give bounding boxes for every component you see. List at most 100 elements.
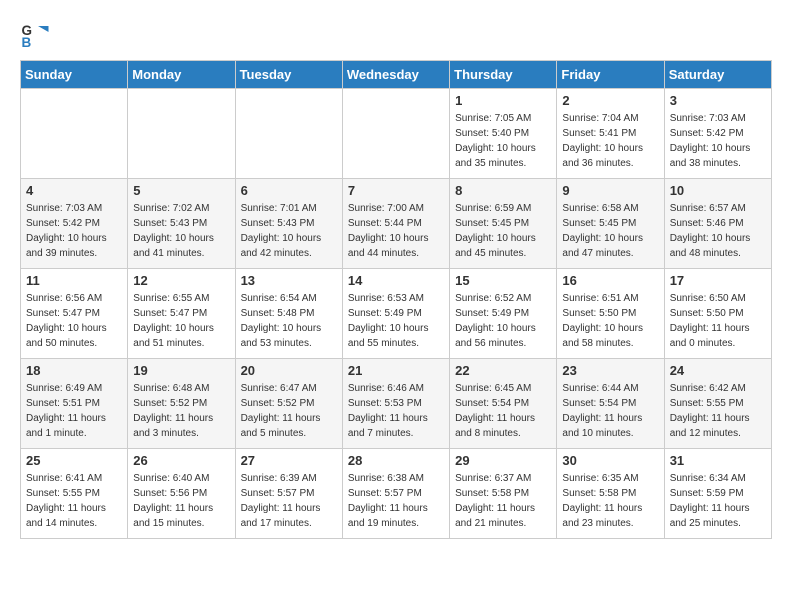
calendar-cell: 16 Sunrise: 6:51 AM Sunset: 5:50 PM Dayli… xyxy=(557,269,664,359)
day-info: Sunrise: 6:39 AM Sunset: 5:57 PM Dayligh… xyxy=(241,471,337,531)
day-number: 23 xyxy=(562,363,658,378)
calendar-cell: 31 Sunrise: 6:34 AM Sunset: 5:59 PM Dayli… xyxy=(664,449,771,539)
day-info: Sunrise: 6:59 AM Sunset: 5:45 PM Dayligh… xyxy=(455,201,551,261)
calendar-week-row: 25Sunrise: 6:41 AM Sunset: 5:55 PM Dayli… xyxy=(21,449,772,539)
day-info: Sunrise: 6:50 AM Sunset: 5:50 PM Dayligh… xyxy=(670,291,766,351)
column-header-friday: Friday xyxy=(557,61,664,89)
day-info: Sunrise: 7:02 AM Sunset: 5:43 PM Dayligh… xyxy=(133,201,229,261)
day-number: 24 xyxy=(670,363,766,378)
day-info: Sunrise: 6:46 AM Sunset: 5:53 PM Dayligh… xyxy=(348,381,444,441)
column-header-monday: Monday xyxy=(128,61,235,89)
day-number: 31 xyxy=(670,453,766,468)
calendar-cell: 28 Sunrise: 6:38 AM Sunset: 5:57 PM Dayli… xyxy=(342,449,449,539)
day-number: 19 xyxy=(133,363,229,378)
day-info: Sunrise: 6:45 AM Sunset: 5:54 PM Dayligh… xyxy=(455,381,551,441)
day-info: Sunrise: 6:34 AM Sunset: 5:59 PM Dayligh… xyxy=(670,471,766,531)
day-number: 3 xyxy=(670,93,766,108)
column-header-thursday: Thursday xyxy=(450,61,557,89)
day-info: Sunrise: 6:56 AM Sunset: 5:47 PM Dayligh… xyxy=(26,291,122,351)
day-number: 29 xyxy=(455,453,551,468)
calendar-cell: 29 Sunrise: 6:37 AM Sunset: 5:58 PM Dayli… xyxy=(450,449,557,539)
day-number: 12 xyxy=(133,273,229,288)
calendar-week-row: 4 Sunrise: 7:03 AM Sunset: 5:42 PM Daylig… xyxy=(21,179,772,269)
calendar-cell: 6Sunrise: 7:01 AM Sunset: 5:43 PM Daylig… xyxy=(235,179,342,269)
day-info: Sunrise: 7:05 AM Sunset: 5:40 PM Dayligh… xyxy=(455,111,551,171)
day-number: 9 xyxy=(562,183,658,198)
day-info: Sunrise: 6:37 AM Sunset: 5:58 PM Dayligh… xyxy=(455,471,551,531)
day-number: 10 xyxy=(670,183,766,198)
day-info: Sunrise: 6:49 AM Sunset: 5:51 PM Dayligh… xyxy=(26,381,122,441)
day-info: Sunrise: 6:44 AM Sunset: 5:54 PM Dayligh… xyxy=(562,381,658,441)
day-number: 14 xyxy=(348,273,444,288)
calendar-cell: 15 Sunrise: 6:52 AM Sunset: 5:49 PM Dayli… xyxy=(450,269,557,359)
calendar-cell: 19 Sunrise: 6:48 AM Sunset: 5:52 PM Dayli… xyxy=(128,359,235,449)
calendar-header-row: SundayMondayTuesdayWednesdayThursdayFrid… xyxy=(21,61,772,89)
day-info: Sunrise: 6:38 AM Sunset: 5:57 PM Dayligh… xyxy=(348,471,444,531)
day-number: 17 xyxy=(670,273,766,288)
calendar-cell: 23 Sunrise: 6:44 AM Sunset: 5:54 PM Dayli… xyxy=(557,359,664,449)
day-info: Sunrise: 6:52 AM Sunset: 5:49 PM Dayligh… xyxy=(455,291,551,351)
calendar-cell: 2 Sunrise: 7:04 AM Sunset: 5:41 PM Daylig… xyxy=(557,89,664,179)
day-number: 7 xyxy=(348,183,444,198)
calendar-cell: 1 Sunrise: 7:05 AM Sunset: 5:40 PM Daylig… xyxy=(450,89,557,179)
calendar-cell: 27Sunrise: 6:39 AM Sunset: 5:57 PM Dayli… xyxy=(235,449,342,539)
day-number: 26 xyxy=(133,453,229,468)
column-header-tuesday: Tuesday xyxy=(235,61,342,89)
calendar-cell: 25Sunrise: 6:41 AM Sunset: 5:55 PM Dayli… xyxy=(21,449,128,539)
day-info: Sunrise: 6:51 AM Sunset: 5:50 PM Dayligh… xyxy=(562,291,658,351)
calendar-cell xyxy=(21,89,128,179)
calendar-cell xyxy=(342,89,449,179)
day-number: 15 xyxy=(455,273,551,288)
day-info: Sunrise: 6:58 AM Sunset: 5:45 PM Dayligh… xyxy=(562,201,658,261)
day-info: Sunrise: 6:40 AM Sunset: 5:56 PM Dayligh… xyxy=(133,471,229,531)
day-number: 20 xyxy=(241,363,337,378)
day-number: 6 xyxy=(241,183,337,198)
calendar-cell: 30 Sunrise: 6:35 AM Sunset: 5:58 PM Dayli… xyxy=(557,449,664,539)
day-info: Sunrise: 6:53 AM Sunset: 5:49 PM Dayligh… xyxy=(348,291,444,351)
calendar-cell: 9 Sunrise: 6:58 AM Sunset: 5:45 PM Daylig… xyxy=(557,179,664,269)
calendar-cell: 10 Sunrise: 6:57 AM Sunset: 5:46 PM Dayli… xyxy=(664,179,771,269)
calendar-cell: 18 Sunrise: 6:49 AM Sunset: 5:51 PM Dayli… xyxy=(21,359,128,449)
calendar-cell: 17 Sunrise: 6:50 AM Sunset: 5:50 PM Dayli… xyxy=(664,269,771,359)
column-header-wednesday: Wednesday xyxy=(342,61,449,89)
calendar-cell: 3Sunrise: 7:03 AM Sunset: 5:42 PM Daylig… xyxy=(664,89,771,179)
logo: G B xyxy=(20,20,54,50)
day-number: 13 xyxy=(241,273,337,288)
day-info: Sunrise: 6:57 AM Sunset: 5:46 PM Dayligh… xyxy=(670,201,766,261)
calendar-cell: 8 Sunrise: 6:59 AM Sunset: 5:45 PM Daylig… xyxy=(450,179,557,269)
day-number: 18 xyxy=(26,363,122,378)
day-number: 5 xyxy=(133,183,229,198)
calendar-cell: 26 Sunrise: 6:40 AM Sunset: 5:56 PM Dayli… xyxy=(128,449,235,539)
day-info: Sunrise: 7:03 AM Sunset: 5:42 PM Dayligh… xyxy=(26,201,122,261)
day-number: 30 xyxy=(562,453,658,468)
day-info: Sunrise: 6:41 AM Sunset: 5:55 PM Dayligh… xyxy=(26,471,122,531)
day-number: 8 xyxy=(455,183,551,198)
calendar-cell: 24 Sunrise: 6:42 AM Sunset: 5:55 PM Dayli… xyxy=(664,359,771,449)
day-info: Sunrise: 6:55 AM Sunset: 5:47 PM Dayligh… xyxy=(133,291,229,351)
day-info: Sunrise: 6:35 AM Sunset: 5:58 PM Dayligh… xyxy=(562,471,658,531)
calendar-week-row: 18 Sunrise: 6:49 AM Sunset: 5:51 PM Dayli… xyxy=(21,359,772,449)
calendar-cell: 13Sunrise: 6:54 AM Sunset: 5:48 PM Dayli… xyxy=(235,269,342,359)
day-number: 2 xyxy=(562,93,658,108)
calendar-table: SundayMondayTuesdayWednesdayThursdayFrid… xyxy=(20,60,772,539)
day-info: Sunrise: 6:42 AM Sunset: 5:55 PM Dayligh… xyxy=(670,381,766,441)
day-info: Sunrise: 6:47 AM Sunset: 5:52 PM Dayligh… xyxy=(241,381,337,441)
calendar-cell: 14 Sunrise: 6:53 AM Sunset: 5:49 PM Dayli… xyxy=(342,269,449,359)
day-info: Sunrise: 6:48 AM Sunset: 5:52 PM Dayligh… xyxy=(133,381,229,441)
calendar-week-row: 11 Sunrise: 6:56 AM Sunset: 5:47 PM Dayli… xyxy=(21,269,772,359)
day-number: 11 xyxy=(26,273,122,288)
day-number: 28 xyxy=(348,453,444,468)
logo-icon: G B xyxy=(20,20,50,50)
calendar-cell: 4 Sunrise: 7:03 AM Sunset: 5:42 PM Daylig… xyxy=(21,179,128,269)
calendar-cell: 11 Sunrise: 6:56 AM Sunset: 5:47 PM Dayli… xyxy=(21,269,128,359)
day-info: Sunrise: 7:04 AM Sunset: 5:41 PM Dayligh… xyxy=(562,111,658,171)
day-number: 16 xyxy=(562,273,658,288)
day-number: 4 xyxy=(26,183,122,198)
page-header: G B xyxy=(20,20,772,50)
column-header-saturday: Saturday xyxy=(664,61,771,89)
calendar-cell: 5 Sunrise: 7:02 AM Sunset: 5:43 PM Daylig… xyxy=(128,179,235,269)
day-number: 21 xyxy=(348,363,444,378)
day-number: 1 xyxy=(455,93,551,108)
calendar-cell: 12 Sunrise: 6:55 AM Sunset: 5:47 PM Dayli… xyxy=(128,269,235,359)
calendar-cell xyxy=(128,89,235,179)
